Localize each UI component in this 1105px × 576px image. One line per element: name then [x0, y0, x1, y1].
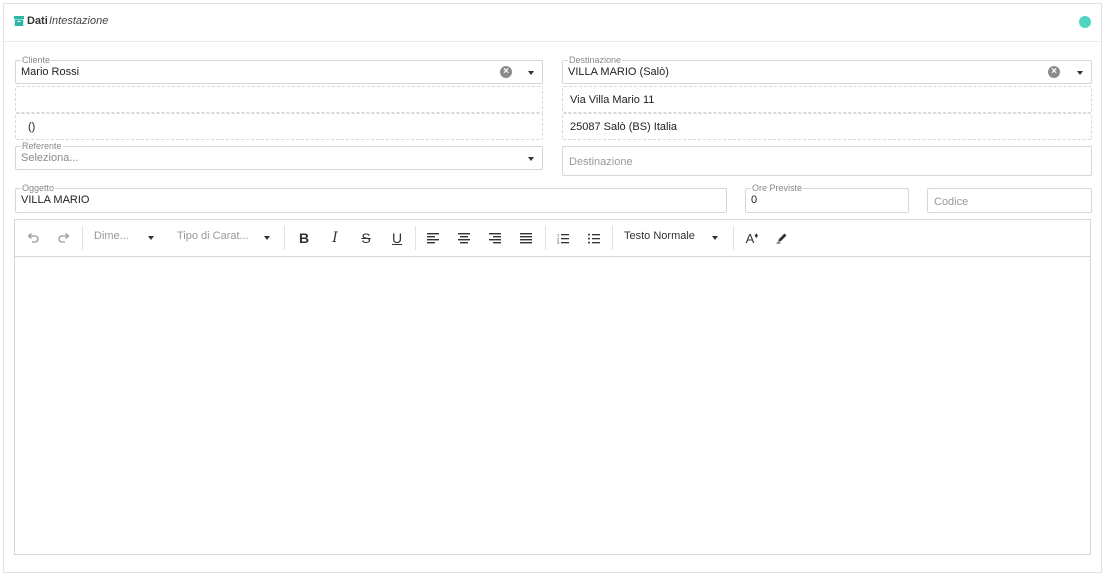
align-justify-icon[interactable] [519, 229, 533, 247]
editor-toolbar: Dime... Tipo di Carat... B I S U 123 Tes… [15, 220, 1090, 257]
underline-button[interactable]: U [390, 229, 404, 247]
text-color-icon[interactable]: A ♦ [744, 229, 760, 247]
undo-icon[interactable] [25, 229, 41, 247]
card-title: Dati [27, 15, 48, 27]
ore-previste-value: 0 [751, 194, 758, 206]
referente-select[interactable]: Referente Seleziona... [15, 141, 543, 170]
align-center-icon[interactable] [457, 229, 471, 247]
destinazione-value: VILLA MARIO (Salò) [568, 66, 669, 78]
text-color-label: A [745, 230, 755, 246]
destinazione-label: Destinazione [568, 55, 623, 65]
highlighter-icon[interactable] [775, 229, 789, 247]
codice-field[interactable]: Codice [927, 188, 1092, 213]
card-header: Dati Intestazione [4, 4, 1101, 42]
font-family-dropdown[interactable]: Tipo di Carat... [177, 230, 249, 242]
toolbar-divider [545, 226, 546, 250]
archive-icon [14, 16, 24, 26]
destinazione-select[interactable]: Destinazione VILLA MARIO (Salò) × [562, 55, 1092, 84]
editor-content-area[interactable] [15, 257, 1090, 554]
destinazione-address-line1: Via Villa Mario 11 [562, 86, 1092, 113]
oggetto-field[interactable]: Oggetto VILLA MARIO [15, 183, 727, 213]
status-indicator [1079, 16, 1091, 28]
strikethrough-button[interactable]: S [359, 229, 373, 247]
toolbar-divider [612, 226, 613, 250]
bold-button[interactable]: B [297, 229, 311, 247]
chevron-down-icon[interactable] [528, 71, 534, 75]
destinazione-address-line2: 25087 Salò (BS) Italia [562, 113, 1092, 140]
referente-placeholder: Seleziona... [21, 152, 79, 164]
chevron-down-icon[interactable] [148, 236, 154, 240]
paragraph-style-dropdown[interactable]: Testo Normale [624, 230, 695, 242]
toolbar-divider [733, 226, 734, 250]
ordered-list-icon[interactable]: 123 [556, 229, 570, 247]
oggetto-value: VILLA MARIO [21, 194, 90, 206]
chevron-down-icon[interactable] [1077, 71, 1083, 75]
rich-text-editor: Dime... Tipo di Carat... B I S U 123 Tes… [14, 219, 1091, 555]
cliente-info-text2: () [28, 121, 36, 133]
destinazione-input[interactable]: Destinazione [562, 146, 1092, 176]
ore-previste-field[interactable]: Ore Previste 0 [745, 183, 909, 213]
referente-label: Referente [21, 141, 63, 151]
cliente-info-line2: () [15, 113, 543, 140]
chevron-down-icon[interactable] [264, 236, 270, 240]
cliente-label: Cliente [21, 55, 52, 65]
ore-previste-label: Ore Previste [751, 183, 804, 193]
font-size-dropdown[interactable]: Dime... [94, 230, 129, 242]
cliente-select[interactable]: Cliente Mario Rossi × [15, 55, 543, 84]
toolbar-divider [82, 226, 83, 250]
codice-placeholder: Codice [934, 196, 969, 208]
cliente-value: Mario Rossi [21, 66, 80, 78]
redo-icon[interactable] [56, 229, 72, 247]
address-city: 25087 Salò (BS) Italia [570, 121, 678, 133]
italic-button[interactable]: I [328, 229, 342, 247]
bullet-list-icon[interactable] [587, 229, 601, 247]
cliente-info-line1 [15, 86, 543, 113]
align-right-icon[interactable] [488, 229, 502, 247]
chevron-down-icon[interactable] [528, 157, 534, 161]
chevron-down-icon[interactable] [712, 236, 718, 240]
toolbar-divider [284, 226, 285, 250]
toolbar-divider [415, 226, 416, 250]
card-subtitle: Intestazione [49, 15, 109, 27]
destinazione-input-placeholder: Destinazione [569, 156, 633, 168]
clear-icon[interactable]: × [500, 66, 512, 78]
oggetto-label: Oggetto [21, 183, 56, 193]
address-street: Via Villa Mario 11 [570, 94, 655, 106]
svg-text:3: 3 [557, 240, 560, 244]
align-left-icon[interactable] [426, 229, 440, 247]
droplet-icon: ♦ [754, 230, 759, 240]
clear-icon[interactable]: × [1048, 66, 1060, 78]
